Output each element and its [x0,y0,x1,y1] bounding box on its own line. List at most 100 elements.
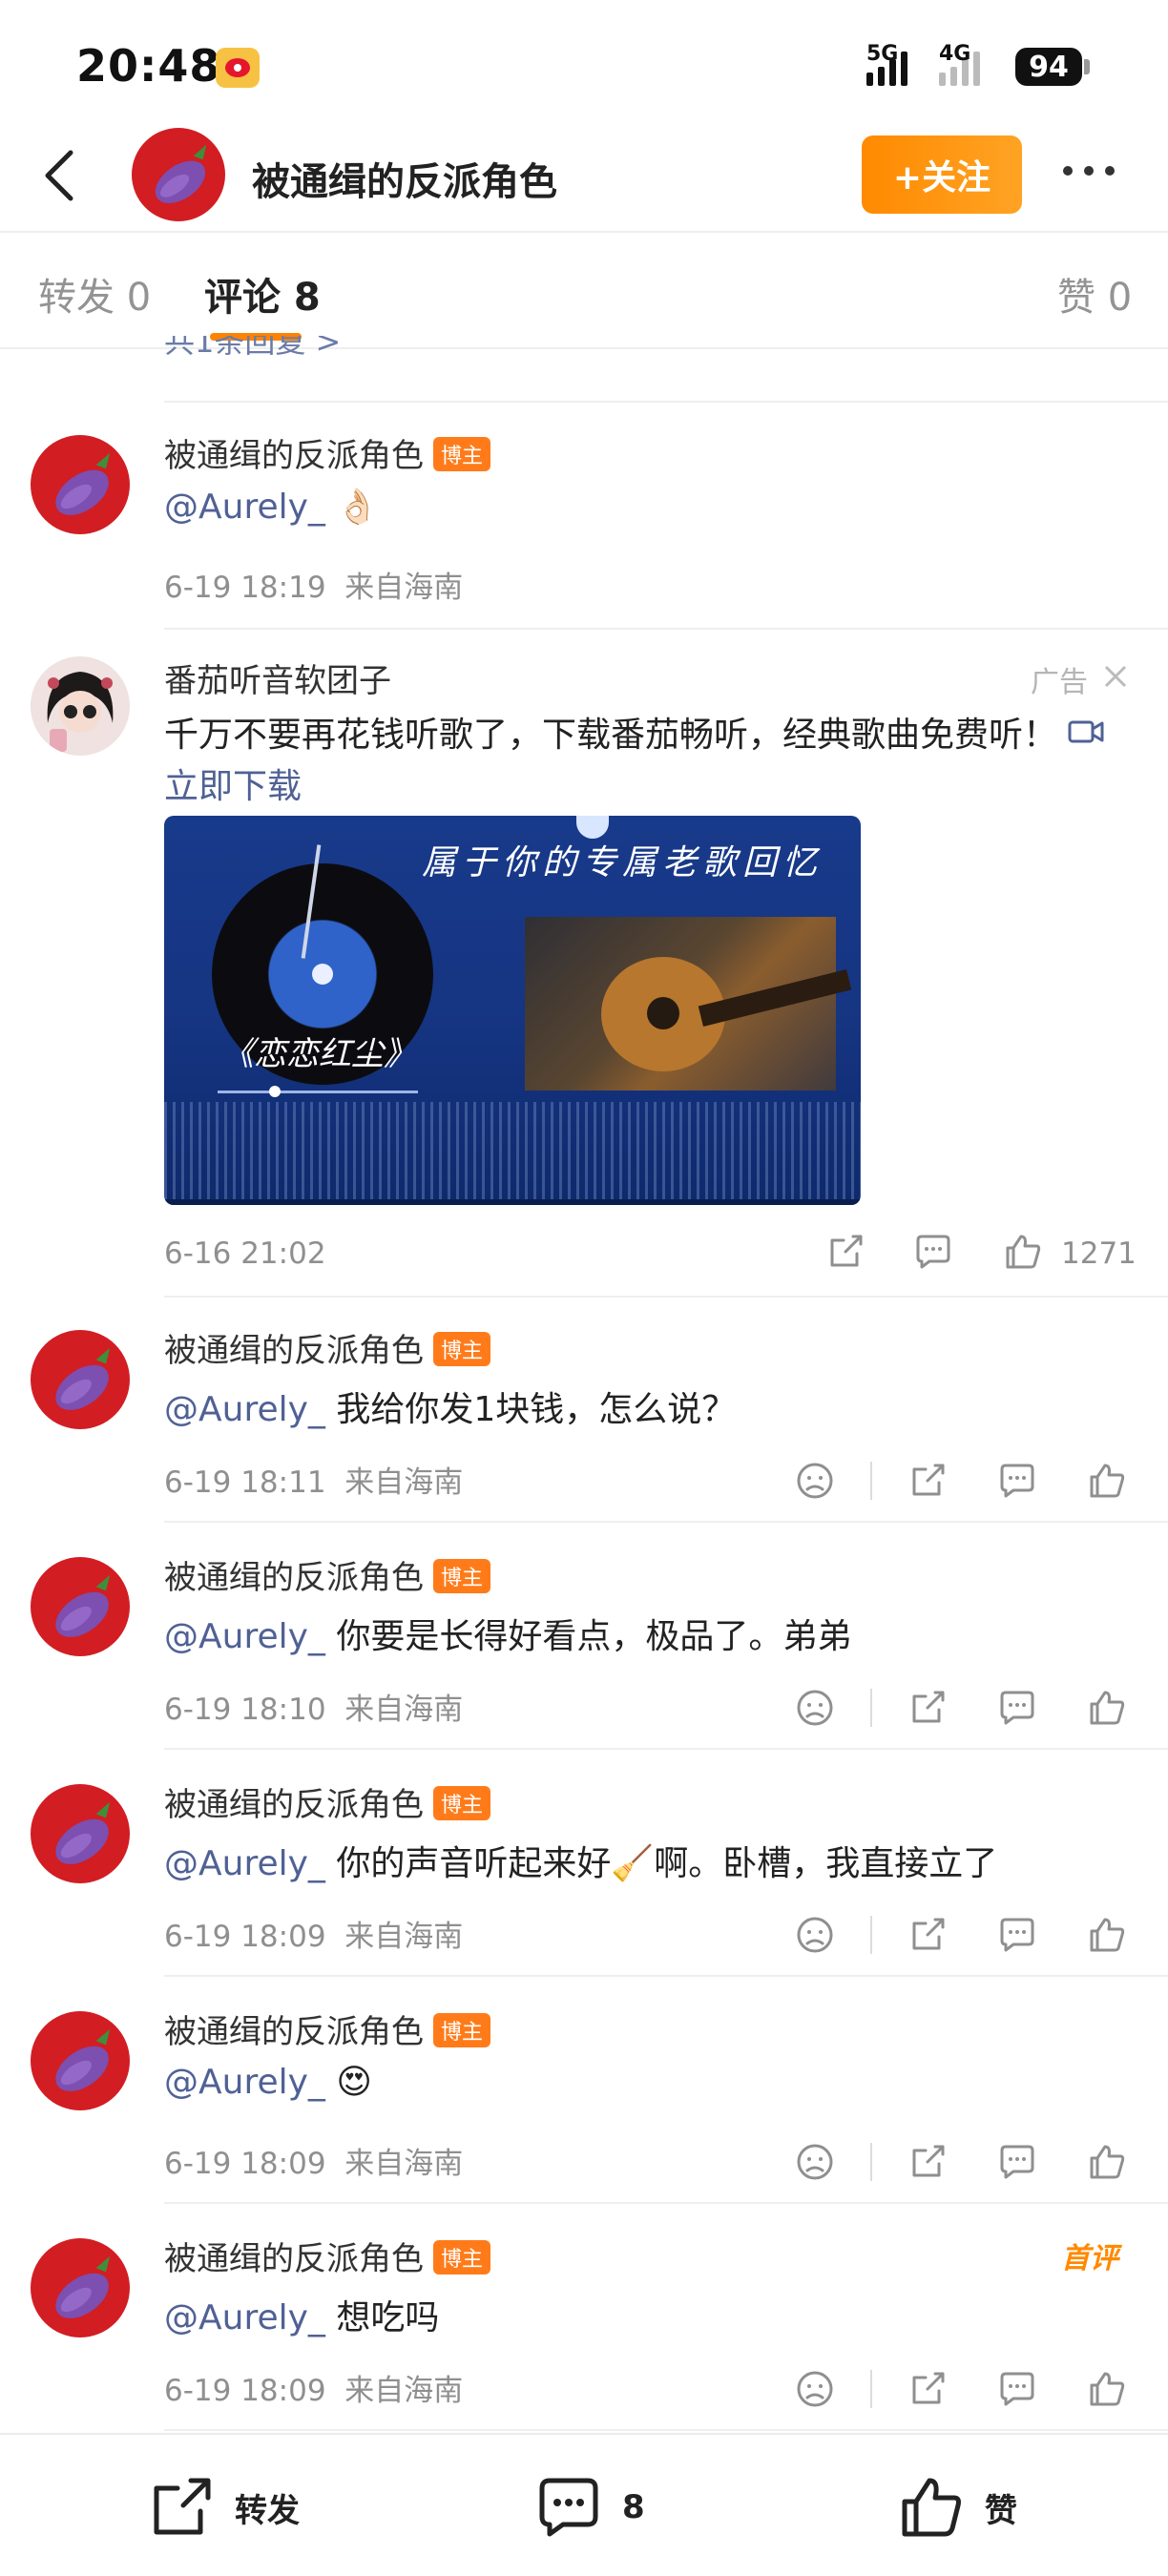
more-options-icon[interactable] [1063,166,1115,176]
ad-image-progress [218,1086,418,1097]
comment-avatar[interactable] [31,435,130,534]
author-name[interactable]: 被通缉的反派角色 [164,1559,424,1597]
ad-body: 千万不要再花钱听歌了，下载番茄畅听，经典歌曲免费听！ [164,716,1058,755]
author-name[interactable]: 被通缉的反派角色 [164,1786,424,1824]
share-icon[interactable] [907,1687,949,1729]
comment-body: 我给你发1块钱，怎么说？ [324,1390,737,1429]
comment-text: @Aurely_ 我给你发1块钱，怎么说？ [164,1381,736,1431]
comment-avatar[interactable] [31,1557,130,1656]
comment-text: @Aurely_ 你的声音听起来好🧹啊。卧槽，我直接立了 [164,1836,997,1885]
first-comment-tag: 首评 [1061,2242,1118,2275]
comment-body: 你要是长得好看点，极品了。弟弟 [324,1617,852,1656]
share-icon[interactable] [824,1231,866,1273]
ad-image[interactable]: 属于你的专属老歌回忆 《恋恋红尘》 [164,816,861,1205]
reply-icon[interactable] [996,2368,1038,2410]
eggplant-icon [55,2255,111,2318]
comment-avatar[interactable] [31,1784,130,1883]
reply-icon[interactable] [996,1460,1038,1502]
repost-button[interactable]: 转发 [147,2473,300,2542]
comment-author[interactable]: 被通缉的反派角色 博主 [164,429,491,476]
comment-meta: 6-19 18:09 来自海南 [164,2366,463,2409]
comment-time: 6-19 18:10 [164,1693,326,1727]
share-icon[interactable] [907,1460,949,1502]
dislike-icon[interactable] [794,1687,836,1729]
mention-link[interactable]: @Aurely_ [164,1844,325,1883]
comment-time: 6-19 18:09 [164,2147,326,2181]
eggplant-icon [55,1574,111,1637]
mention-link[interactable]: @Aurely_ [164,488,325,527]
comment-icon[interactable] [912,1231,954,1273]
ad-avatar[interactable] [31,656,130,756]
comment-author[interactable]: 被通缉的反派角色 博主 [164,1778,491,1825]
thumbs-up-icon[interactable] [1086,1687,1128,1729]
close-icon[interactable] [1101,662,1130,691]
author-name[interactable]: 被通缉的反派角色 [164,2240,424,2278]
reply-icon[interactable] [996,1914,1038,1956]
comment-avatar[interactable] [31,2011,130,2110]
comment-time: 6-19 18:11 [164,1465,326,1500]
mention-link[interactable]: @Aurely_ [164,1617,325,1656]
share-icon[interactable] [907,2141,949,2183]
ad-author[interactable]: 番茄听音软团子 [164,654,391,701]
comment-divider [164,628,1168,630]
author-name[interactable]: 被通缉的反派角色 [164,437,424,475]
eggplant-icon [55,2028,111,2091]
thumbs-up-icon[interactable] [1086,1914,1128,1956]
share-icon[interactable] [907,2368,949,2410]
comment-body: 你的声音听起来好🧹啊。卧槽，我直接立了 [324,1844,998,1883]
comment-time: 6-19 18:09 [164,2374,326,2408]
comment-button[interactable]: 8 [534,2473,645,2542]
dislike-icon[interactable] [794,2141,836,2183]
thumbs-up-icon[interactable] [1086,2368,1128,2410]
thumbs-up-icon[interactable] [1002,1231,1044,1273]
header-avatar[interactable] [132,128,225,221]
comment-meta: 6-19 18:19 来自海南 [164,563,463,606]
ad-download-link[interactable]: 立即下载 [164,767,302,806]
comment-author[interactable]: 被通缉的反派角色 博主 [164,2005,491,2052]
share-icon[interactable] [907,1914,949,1956]
tab-likes[interactable]: 赞 0 [1057,266,1132,322]
mention-link[interactable]: @Aurely_ [164,2063,325,2102]
dislike-icon[interactable] [794,1460,836,1502]
comment-text: @Aurely_ 😍 [164,2063,372,2102]
ad-like-count: 1271 [1061,1236,1137,1271]
comment-author[interactable]: 被通缉的反派角色 博主 [164,1324,491,1371]
comment-time: 6-19 18:19 [164,571,326,605]
comment-body: 😍 [324,2063,372,2102]
author-name[interactable]: 被通缉的反派角色 [164,2013,424,2051]
comment-author[interactable]: 被通缉的反派角色 博主 [164,2233,491,2279]
blogger-badge: 博主 [433,2013,491,2047]
ad-image-waveform [164,1102,861,1205]
comment-item: 被通缉的反派角色 博主 @Aurely_ 😍 6-19 18:09 来自海南 [0,1977,1168,2204]
header-divider [0,231,1168,233]
author-name[interactable]: 被通缉的反派角色 [164,1332,424,1370]
top-nav: 被通缉的反派角色 +关注 [0,124,1168,229]
action-separator [870,1462,872,1500]
action-separator [870,1916,872,1954]
tab-repost[interactable]: 转发 0 [38,266,151,322]
follow-button[interactable]: +关注 [862,135,1022,214]
comment-item: 被通缉的反派角色 博主 @Aurely_ 你的声音听起来好🧹啊。卧槽，我直接立了 6-… [0,1750,1168,1977]
reply-icon[interactable] [996,1687,1038,1729]
tab-comments[interactable]: 评论 8 [204,266,321,322]
comment-time: 6-19 18:09 [164,1920,326,1954]
video-icon [1068,720,1104,743]
ad-label: 广告 [1031,666,1088,699]
repost-label: 转发 [235,2491,300,2530]
back-arrow-icon[interactable] [34,145,92,206]
mention-link[interactable]: @Aurely_ [164,1390,325,1429]
comment-avatar[interactable] [31,2238,130,2337]
mention-link[interactable]: @Aurely_ [164,2298,325,2337]
comment-text: @Aurely_ 你要是长得好看点，极品了。弟弟 [164,1609,851,1658]
comment-location: 来自海南 [344,1465,464,1500]
reply-icon[interactable] [996,2141,1038,2183]
thumbs-up-icon[interactable] [1086,2141,1128,2183]
dislike-icon[interactable] [794,1914,836,1956]
thumbs-up-icon[interactable] [1086,1460,1128,1502]
blogger-badge: 博主 [433,2240,491,2275]
comment-avatar[interactable] [31,1330,130,1429]
comment-author[interactable]: 被通缉的反派角色 博主 [164,1551,491,1598]
dislike-icon[interactable] [794,2368,836,2410]
replies-link-partial[interactable]: 共1条回复 > [164,336,341,361]
like-button[interactable]: 赞 [897,2473,1017,2542]
